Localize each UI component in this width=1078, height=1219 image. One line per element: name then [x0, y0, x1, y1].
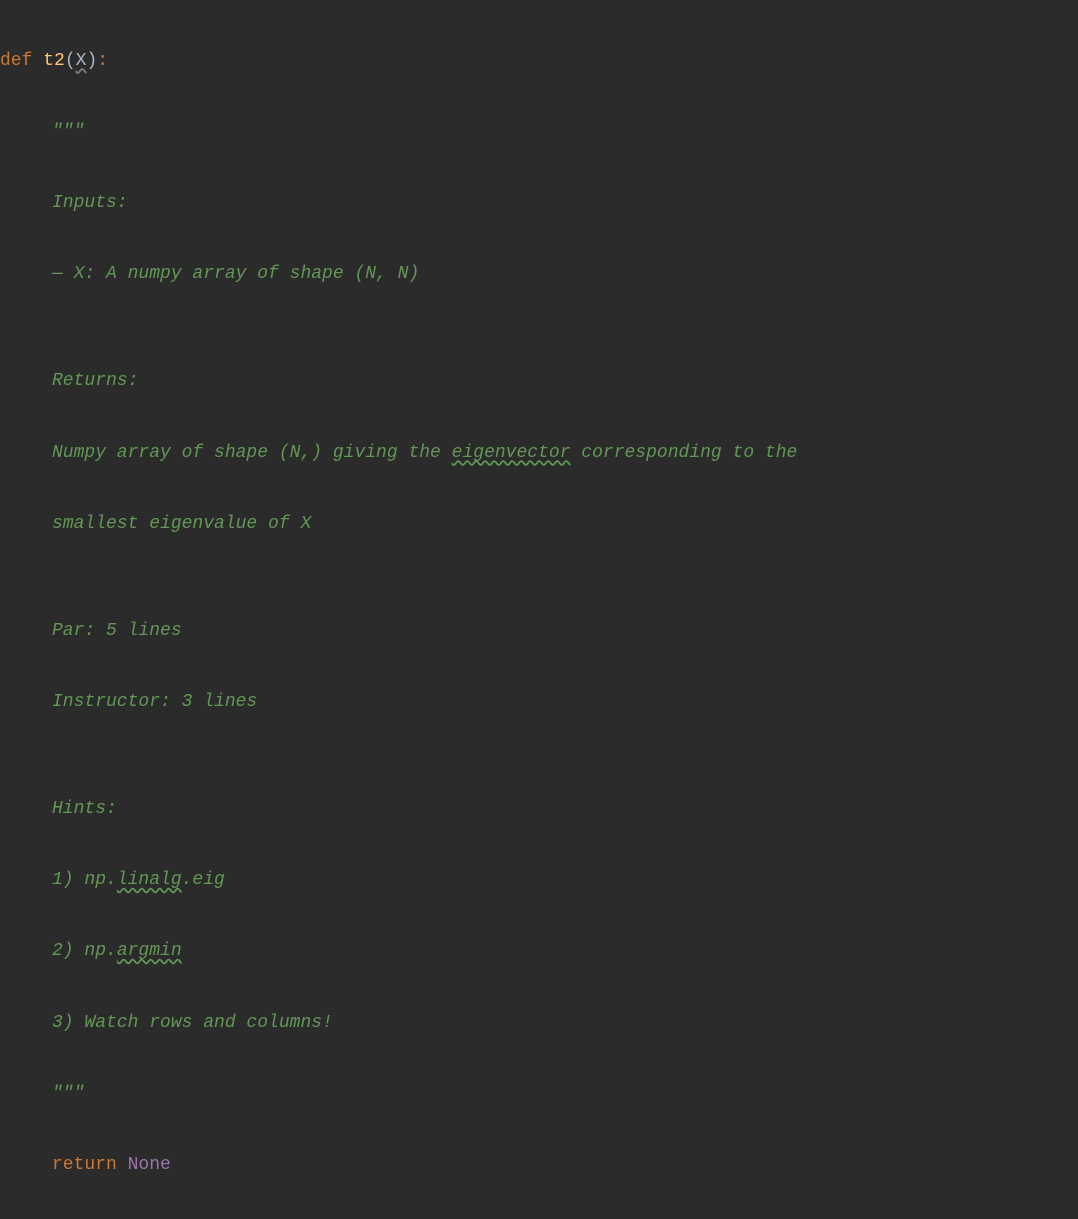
docstring-text: 1) np. — [52, 870, 117, 890]
open-paren: ( — [65, 51, 76, 71]
docstring-spellcheck-word: argmin — [117, 941, 182, 961]
keyword-none: None — [128, 1155, 171, 1175]
docstring-close: """ — [0, 1077, 1078, 1113]
docstring-spellcheck-word: eigenvector — [452, 443, 571, 463]
docstring-text: .eig — [182, 870, 225, 890]
docstring-line: 2) np.argmin — [0, 934, 1078, 970]
docstring-line: Inputs: — [0, 186, 1078, 222]
close-paren: ) — [86, 51, 97, 71]
code-line: return None — [0, 1148, 1078, 1184]
code-line: def t2(X): — [0, 44, 1078, 80]
docstring-open: """ — [0, 115, 1078, 151]
docstring-line: 1) np.linalg.eig — [0, 863, 1078, 899]
function-name: t2 — [43, 51, 65, 71]
docstring-text: corresponding to the — [571, 443, 798, 463]
docstring-text: 2) np. — [52, 941, 117, 961]
keyword-def: def — [0, 51, 32, 71]
docstring-text: Numpy array of shape (N,) giving the — [52, 443, 452, 463]
colon: : — [97, 51, 108, 71]
docstring-line: Hints: — [0, 792, 1078, 828]
keyword-return: return — [52, 1155, 117, 1175]
parameter: X — [76, 51, 87, 71]
docstring-line: Returns: — [0, 364, 1078, 400]
code-editor[interactable]: def t2(X): """ Inputs: — X: A numpy arra… — [0, 8, 1078, 1219]
docstring-line: smallest eigenvalue of X — [0, 507, 1078, 543]
docstring-line: 3) Watch rows and columns! — [0, 1006, 1078, 1042]
docstring-line: Par: 5 lines — [0, 614, 1078, 650]
docstring-line: — X: A numpy array of shape (N, N) — [0, 257, 1078, 293]
docstring-line: Numpy array of shape (N,) giving the eig… — [0, 436, 1078, 472]
docstring-spellcheck-word: linalg — [117, 870, 182, 890]
docstring-line: Instructor: 3 lines — [0, 685, 1078, 721]
